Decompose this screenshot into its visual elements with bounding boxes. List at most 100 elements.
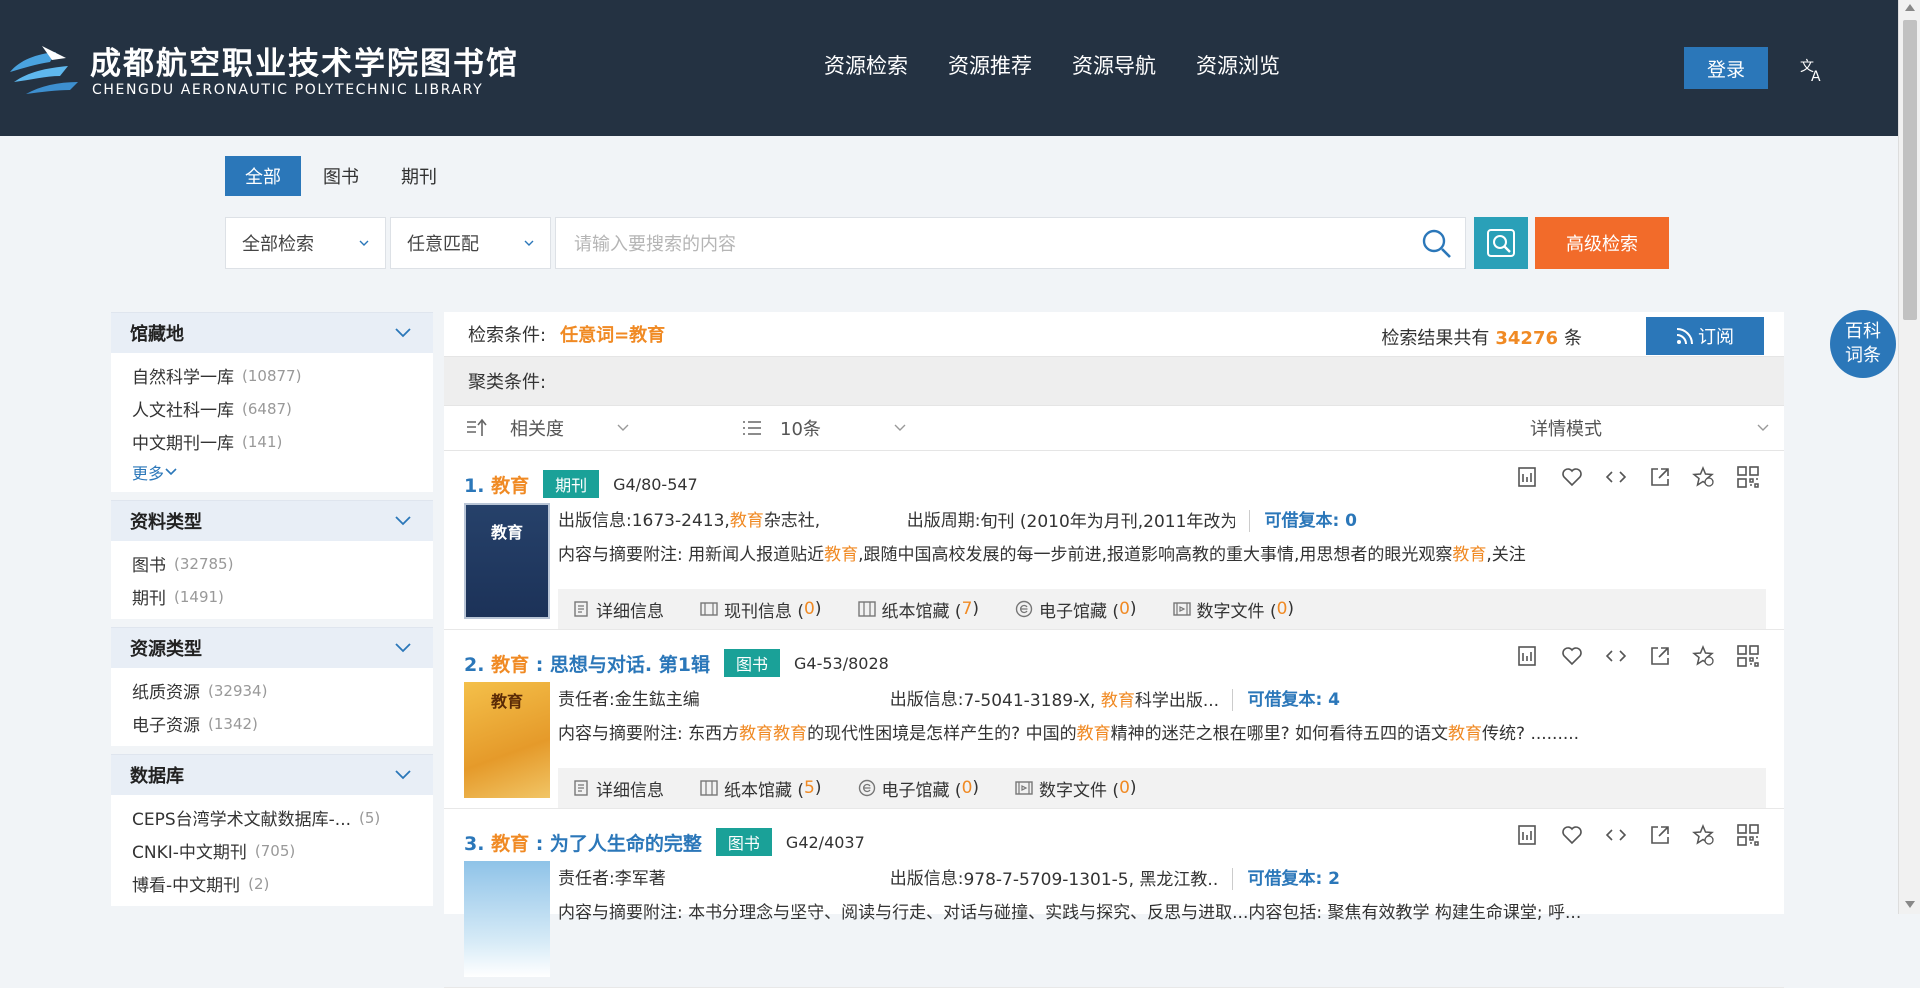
facet-header[interactable]: 数据库 — [111, 754, 433, 795]
record-link-digital-file[interactable]: 数字文件 (0) — [1172, 597, 1294, 622]
record-link-book-holding[interactable]: 纸本馆藏 (7) — [857, 597, 979, 622]
advanced-search-button[interactable]: 高级检索 — [1535, 217, 1669, 269]
facet-item[interactable]: CEPS台湾学术文献数据库-... (5) — [132, 801, 433, 834]
facet-item[interactable]: 人文社科一库 (6487) — [132, 392, 433, 425]
meta-label: 出版信息: — [889, 690, 964, 710]
qrcode-icon[interactable] — [1736, 823, 1760, 847]
scroll-down-arrow-icon[interactable] — [1905, 901, 1915, 908]
keyword-highlight: 教育 — [739, 724, 774, 744]
cite-icon[interactable] — [1516, 465, 1540, 489]
tab-books[interactable]: 图书 — [303, 156, 379, 196]
rating-star-icon[interactable] — [1692, 823, 1716, 847]
meta-label: 责任者: — [558, 690, 615, 710]
code-embed-icon[interactable] — [1604, 644, 1628, 668]
share-external-icon[interactable] — [1648, 644, 1672, 668]
login-button[interactable]: 登录 — [1684, 47, 1768, 89]
link-count: 0 — [961, 778, 973, 798]
record-type-badge: 期刊 — [543, 470, 600, 498]
sort-select[interactable]: 相关度 — [466, 406, 630, 450]
link-count: 0 — [1119, 778, 1130, 798]
nav-resource-guide[interactable]: 资源导航 — [1072, 50, 1156, 80]
record-title-row: 1. 教育 期刊 G4/80-547 — [464, 470, 698, 498]
view-mode-value: 详情模式 — [1530, 419, 1602, 440]
image-search-button[interactable] — [1474, 217, 1528, 269]
facet-sidebar: 馆藏地 自然科学一库 (10877) 人文社科一库 (6487) 中文期刊一库 (14… — [111, 312, 433, 914]
share-external-icon[interactable] — [1648, 823, 1672, 847]
record-link-e-holding[interactable]: 电子馆藏 (0) — [858, 776, 979, 801]
facet-item[interactable]: 期刊 (1491) — [132, 580, 433, 613]
record-links-bar: 详细信息 纸本馆藏 (5) 电子馆藏 (0) 数字文件 (0) — [558, 768, 1766, 808]
record-title-link[interactable]: 3. 教育 : 为了人生命的完整 — [464, 829, 702, 856]
facet-header[interactable]: 馆藏地 — [111, 312, 433, 353]
facet-header[interactable]: 资料类型 — [111, 500, 433, 541]
facet-item[interactable]: 自然科学一库 (10877) — [132, 359, 433, 392]
search-field-select[interactable]: 全部检索 — [225, 217, 386, 269]
qrcode-icon[interactable] — [1736, 465, 1760, 489]
chevron-down-icon — [524, 240, 534, 246]
facet-item[interactable]: 电子资源 (1342) — [132, 707, 433, 740]
scroll-up-arrow-icon[interactable] — [1905, 4, 1915, 11]
meta-value: 978-7-5709-1301-5, 黑龙江教... — [963, 870, 1219, 890]
link-count: 0 — [1276, 599, 1288, 619]
record-link-periodical[interactable]: 现刊信息 (0) — [700, 597, 822, 622]
favorite-heart-icon[interactable] — [1560, 823, 1584, 847]
more-link[interactable]: 更多 — [132, 458, 433, 486]
match-mode-select[interactable]: 任意匹配 — [390, 217, 551, 269]
page-size-select[interactable]: 10条 — [742, 406, 907, 450]
chevron-down-icon — [1757, 424, 1769, 431]
favorite-heart-icon[interactable] — [1560, 644, 1584, 668]
result-count: 34276 — [1495, 328, 1558, 349]
search-input[interactable] — [572, 218, 1396, 270]
link-count: 7 — [961, 599, 973, 619]
nav-resource-browse[interactable]: 资源浏览 — [1196, 50, 1280, 80]
meta-value: 李军著 — [614, 869, 666, 889]
digital-file-icon — [1015, 781, 1033, 795]
facet-item[interactable]: 博看-中文期刊 (2) — [132, 867, 433, 900]
facet-location: 馆藏地 自然科学一库 (10877) 人文社科一库 (6487) 中文期刊一库 (14… — [111, 312, 433, 492]
facet-item[interactable]: 中文期刊一库 (141) — [132, 425, 433, 458]
search-icon[interactable] — [1421, 228, 1453, 260]
baike-float-button[interactable]: 百科 词条 — [1830, 310, 1896, 378]
record-link-book-holding[interactable]: 纸本馆藏 (5) — [700, 776, 822, 801]
chevron-down-icon — [165, 468, 177, 476]
nav-resource-recommend[interactable]: 资源推荐 — [948, 50, 1032, 80]
meta-label: 出版信息: — [889, 869, 964, 889]
record-link-detail[interactable]: 详细信息 — [572, 597, 664, 622]
chevron-down-icon — [395, 770, 411, 780]
record-meta-row: 出版信息:1673-2413,教育杂志社, 出版周期:旬刊 (2010年为月刊,2… — [558, 506, 1357, 532]
nav-resource-search[interactable]: 资源检索 — [824, 50, 908, 80]
chevron-down-icon — [894, 424, 906, 431]
result-record: 2. 教育 : 思想与对话. 第1辑 图书 G4-53/8028 教育 责任者:金生鈜主… — [444, 630, 1784, 809]
facet-item[interactable]: CNKI-中文期刊 (705) — [132, 834, 433, 867]
rating-star-icon[interactable] — [1692, 644, 1716, 668]
scan-search-icon — [1487, 229, 1515, 257]
code-embed-icon[interactable] — [1604, 465, 1628, 489]
rating-star-icon[interactable] — [1692, 465, 1716, 489]
code-embed-icon[interactable] — [1604, 823, 1628, 847]
cite-icon[interactable] — [1516, 823, 1540, 847]
scroll-thumb[interactable] — [1903, 20, 1917, 320]
facet-item[interactable]: 图书 (32785) — [132, 547, 433, 580]
subscribe-button[interactable]: 订阅 — [1646, 317, 1764, 355]
book-cover-image[interactable] — [464, 861, 550, 977]
share-external-icon[interactable] — [1648, 465, 1672, 489]
result-record: 3. 教育 : 为了人生命的完整 图书 G42/4037 责任者:李军著 出版信息:97… — [444, 809, 1784, 988]
translate-icon[interactable]: 文 A — [1798, 55, 1826, 83]
cite-icon[interactable] — [1516, 644, 1540, 668]
book-cover-image[interactable]: 教育 — [464, 503, 550, 619]
tab-periodicals[interactable]: 期刊 — [381, 156, 457, 196]
library-logo[interactable]: 成都航空职业技术学院图书馆 CHENGDU AERONAUTIC POLYTEC… — [6, 36, 517, 104]
facet-header[interactable]: 资源类型 — [111, 627, 433, 668]
qrcode-icon[interactable] — [1736, 644, 1760, 668]
favorite-heart-icon[interactable] — [1560, 465, 1584, 489]
book-cover-image[interactable]: 教育 — [464, 682, 550, 798]
record-link-e-holding[interactable]: 电子馆藏 (0) — [1015, 597, 1137, 622]
record-link-detail[interactable]: 详细信息 — [572, 776, 664, 801]
record-title-link[interactable]: 2. 教育 : 思想与对话. 第1辑 — [464, 650, 710, 677]
view-mode-select[interactable]: 详情模式 — [1530, 406, 1770, 450]
tab-all[interactable]: 全部 — [225, 156, 301, 196]
page-scrollbar[interactable] — [1898, 0, 1920, 914]
record-link-digital-file[interactable]: 数字文件 (0) — [1015, 776, 1137, 801]
facet-item[interactable]: 纸质资源 (32934) — [132, 674, 433, 707]
record-title-link[interactable]: 1. 教育 — [464, 471, 529, 498]
